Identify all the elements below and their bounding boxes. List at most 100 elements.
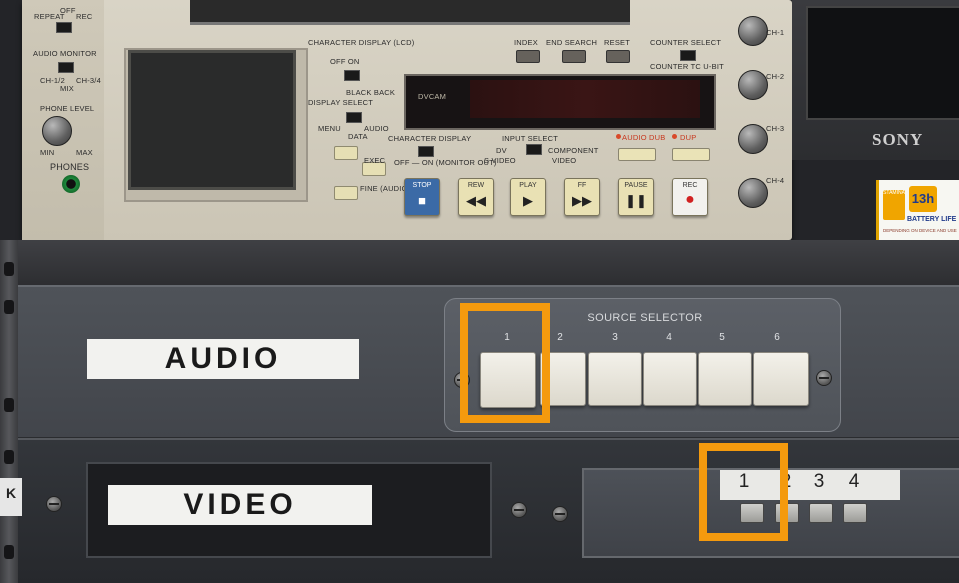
ch2-level-knob[interactable] (738, 70, 768, 100)
panel-screw (46, 496, 62, 512)
fast-forward-icon: ▶▶ (572, 193, 592, 208)
fast-forward-button[interactable]: FF ▶▶ (564, 178, 600, 216)
rack-photo: REPEAT OFF REC AUDIO MONITOR CH-1/2 MIX … (0, 0, 959, 583)
rewind-button[interactable]: REW ◀◀ (458, 178, 494, 216)
rail-hole (4, 300, 14, 314)
counter-select-switch[interactable] (680, 50, 696, 61)
play-icon: ▶ (523, 193, 533, 208)
index-button[interactable] (516, 50, 540, 63)
video-source-button-4[interactable] (843, 503, 867, 523)
max-label: MAX (76, 148, 93, 157)
ch3-label: CH-3 (766, 124, 785, 133)
s-video-label: S VIDEO (484, 156, 516, 165)
stamina-logo: STAMINA (883, 190, 905, 220)
input-select-switch[interactable] (526, 144, 542, 155)
rail-hole (4, 262, 14, 276)
monitor-out-label: OFF — ON (MONITOR OUT) (394, 158, 497, 167)
up-button[interactable] (334, 146, 358, 160)
mix-label: MIX (60, 84, 74, 93)
ch1-level-knob[interactable] (738, 16, 768, 46)
audio-source-button-3[interactable] (588, 352, 642, 406)
battery-sticker: STAMINA 13h BATTERY LIFE DEPENDING ON DE… (876, 180, 959, 248)
ch4-label: CH-4 (766, 176, 785, 185)
audio-source-number-3: 3 (612, 332, 618, 343)
ch2-label: CH-2 (766, 72, 785, 81)
play-button[interactable]: PLAY ▶ (510, 178, 546, 216)
audio-monitor-switch[interactable] (58, 62, 74, 73)
highlight-audio-source-1 (460, 303, 550, 423)
rack-shelf (0, 240, 959, 290)
reset-label: RESET (604, 38, 631, 47)
source-selector-title: SOURCE SELECTOR (587, 312, 703, 324)
data-label: DATA (348, 132, 368, 141)
audio-monitor-label: AUDIO MONITOR (33, 49, 97, 58)
stop-icon: ■ (418, 193, 426, 208)
audio-source-button-4[interactable] (643, 352, 697, 406)
character-display-label: CHARACTER DISPLAY (388, 134, 472, 143)
pause-button[interactable]: PAUSE ❚❚ (618, 178, 654, 216)
stop-label: STOP (412, 182, 432, 189)
dup-button[interactable] (672, 148, 710, 161)
repeat-switch[interactable] (56, 22, 72, 33)
battery-hours: 13h (909, 186, 937, 212)
black-back-label: BLACK BACK (346, 88, 396, 97)
ch1-label: CH-1 (766, 28, 785, 37)
audio-source-number-6: 6 (774, 332, 780, 343)
component-label: COMPONENT (548, 146, 599, 155)
audio-dub-button[interactable] (618, 148, 656, 161)
pause-label: PAUSE (624, 182, 648, 189)
ff-label: FF (577, 182, 587, 189)
audio-label: AUDIO (87, 339, 359, 379)
rail-hole (4, 545, 14, 559)
audio-source-number-2: 2 (557, 332, 563, 343)
min-label: MIN (40, 148, 55, 157)
record-button[interactable]: REC ● (672, 178, 708, 216)
record-icon: ● (685, 191, 695, 208)
phones-label: PHONES (50, 162, 90, 172)
off-on-label: OFF ON (330, 57, 360, 66)
display-select-switch[interactable] (346, 112, 362, 123)
pause-icon: ❚❚ (625, 193, 647, 208)
video-source-number-3: 3 (813, 471, 825, 492)
down-button[interactable] (334, 186, 358, 200)
ch3-level-knob[interactable] (738, 124, 768, 154)
dup-dot (672, 134, 677, 139)
video-source-button-3[interactable] (809, 503, 833, 523)
audio-disp-label: AUDIO (364, 124, 389, 133)
video-label: VIDEO (108, 485, 372, 525)
off-label: OFF (60, 6, 76, 15)
lcd-character-switch[interactable] (344, 70, 360, 81)
phone-level-knob[interactable] (42, 116, 72, 146)
rew-label: REW (467, 182, 485, 189)
audio-source-button-5[interactable] (698, 352, 752, 406)
dv-label: DV (496, 146, 507, 155)
tape-counter-segments (470, 80, 700, 118)
counter-select-label: COUNTER SELECT (650, 38, 722, 47)
phones-jack[interactable] (62, 175, 80, 193)
fine-audio-label: FINE (AUDIO) (360, 184, 411, 193)
stop-button[interactable]: STOP ■ (404, 178, 440, 216)
panel-screw (816, 370, 832, 386)
display-select-label: DISPLAY SELECT (308, 98, 374, 107)
ch4-level-knob[interactable] (738, 178, 768, 208)
reset-button[interactable] (606, 50, 630, 63)
input-select-label: INPUT SELECT (502, 134, 559, 143)
rewind-icon: ◀◀ (466, 193, 486, 208)
sony-logo: SONY (872, 130, 924, 149)
menu-label: MENU (318, 124, 341, 133)
rec-label: REC (76, 12, 93, 21)
dvcam-label: DVCAM (418, 92, 447, 101)
panel-screw (511, 502, 527, 518)
audio-source-number-4: 4 (666, 332, 672, 343)
rail-hole (4, 450, 14, 464)
highlight-video-source-1 (699, 443, 788, 541)
audio-source-button-6[interactable] (753, 352, 809, 406)
battery-life-text: BATTERY LIFE (907, 216, 957, 223)
end-search-button[interactable] (562, 50, 586, 63)
battery-fine-print: DEPENDING ON DEVICE AND USE (883, 228, 957, 233)
phone-level-label: PHONE LEVEL (40, 104, 95, 113)
character-display-switch[interactable] (418, 146, 434, 157)
audio-source-number-5: 5 (719, 332, 725, 343)
monitor-screen (806, 6, 959, 120)
video-source-number-4: 4 (848, 471, 860, 492)
